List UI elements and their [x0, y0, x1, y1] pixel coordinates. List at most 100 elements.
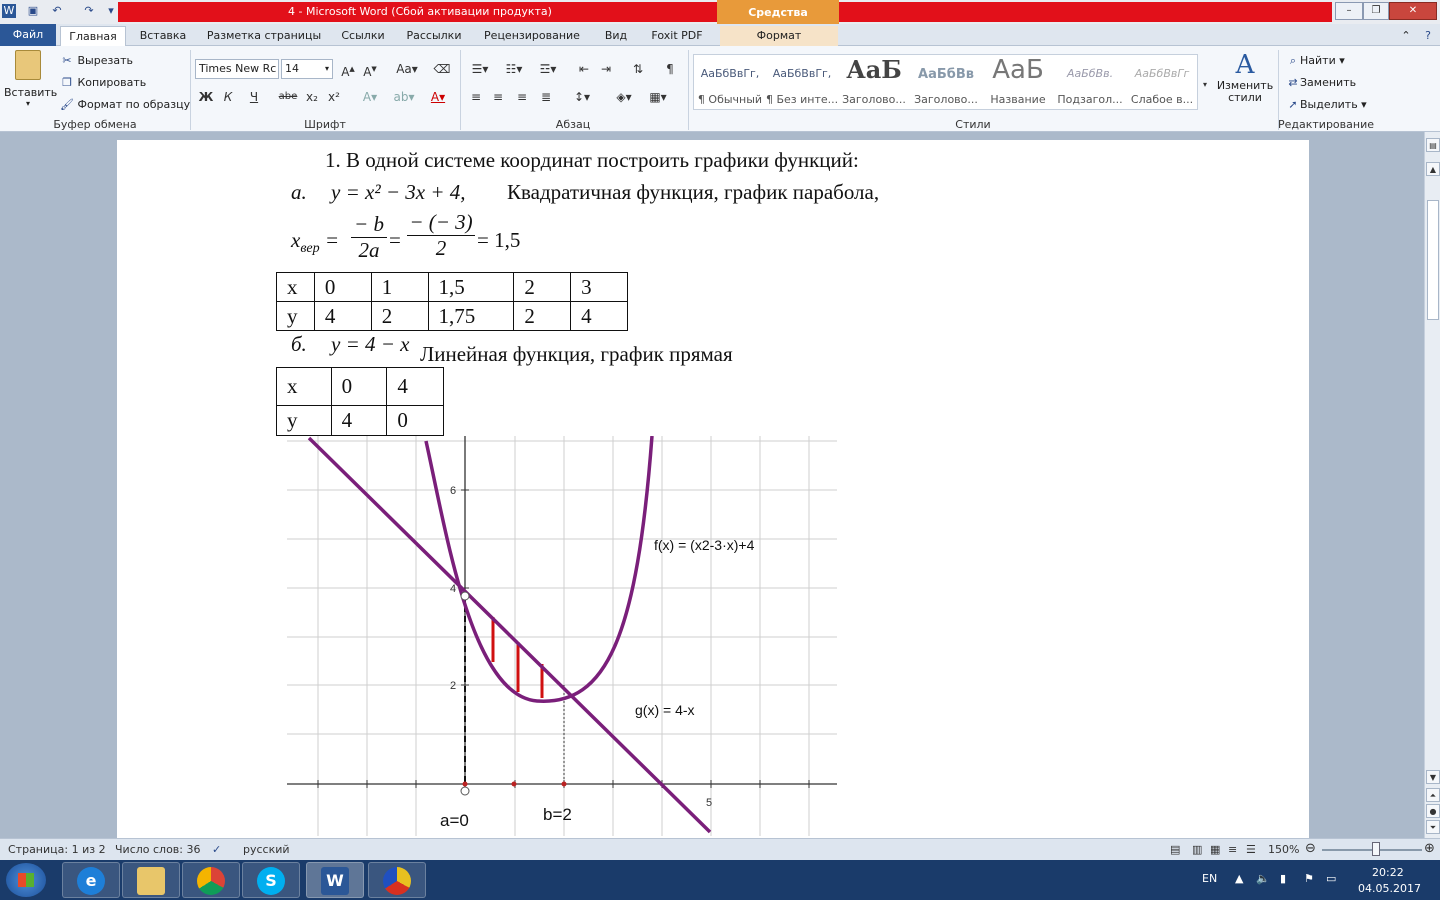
- taskbar-geogebra[interactable]: [368, 862, 426, 898]
- style-no-spacing[interactable]: АаБбВвГг, ¶ Без инте...: [766, 55, 838, 109]
- zoom-slider-thumb[interactable]: [1372, 842, 1380, 856]
- styles-more-icon[interactable]: ▾: [1198, 76, 1212, 94]
- style-title[interactable]: АаБ Название: [982, 55, 1054, 109]
- bold-button[interactable]: Ж: [196, 88, 216, 106]
- next-page-icon[interactable]: ⏷: [1426, 820, 1440, 834]
- scroll-down-icon[interactable]: ▼: [1426, 770, 1440, 784]
- strikethrough-button[interactable]: abe: [278, 88, 298, 106]
- taskbar-explorer[interactable]: [122, 862, 180, 898]
- align-left-button[interactable]: ≡: [466, 88, 486, 106]
- clock-date[interactable]: 04.05.2017: [1358, 882, 1421, 895]
- network-icon[interactable]: ▮: [1280, 872, 1286, 885]
- tab-foxit-pdf[interactable]: Foxit PDF: [646, 26, 708, 46]
- subscript-button[interactable]: x₂: [302, 88, 322, 106]
- action-center-icon[interactable]: ⚑: [1304, 872, 1314, 885]
- select-button[interactable]: ➚ Выделить ▾: [1286, 98, 1366, 111]
- cut-button[interactable]: ✂ Вырезать: [60, 54, 133, 67]
- multilevel-list-button[interactable]: ☲▾: [534, 60, 562, 78]
- tray-expand-icon[interactable]: ▲: [1235, 872, 1243, 885]
- undo-icon[interactable]: ↶: [50, 4, 64, 18]
- word-app-icon[interactable]: W: [2, 4, 16, 18]
- close-button[interactable]: ✕: [1389, 2, 1437, 20]
- font-size-select[interactable]: 14 ▾: [281, 59, 333, 79]
- copy-button[interactable]: ❐ Копировать: [60, 76, 146, 89]
- clock-time[interactable]: 20:22: [1372, 866, 1404, 879]
- scroll-thumb[interactable]: [1427, 200, 1439, 320]
- numbering-button[interactable]: ☷▾: [500, 60, 528, 78]
- tab-insert[interactable]: Вставка: [134, 26, 192, 46]
- tab-view[interactable]: Вид: [598, 26, 634, 46]
- table-cell[interactable]: 4: [386, 367, 444, 406]
- table-cell[interactable]: 4: [313, 301, 372, 331]
- decrease-indent-button[interactable]: ⇤: [574, 60, 594, 78]
- clear-format-icon[interactable]: ⌫: [432, 60, 452, 78]
- table-cell[interactable]: y: [276, 301, 315, 331]
- prev-page-icon[interactable]: ⏶: [1426, 788, 1440, 802]
- find-button[interactable]: ⌕ Найти ▾: [1286, 54, 1345, 68]
- word-count[interactable]: Число слов: 36: [115, 843, 201, 856]
- table-cell[interactable]: 0: [330, 367, 388, 406]
- tab-review[interactable]: Рецензирование: [478, 26, 586, 46]
- document-page[interactable]: 1. В одной системе координат построить г…: [117, 140, 1309, 838]
- point-a-axis[interactable]: [460, 786, 470, 796]
- full-screen-view-icon[interactable]: ▥: [1192, 843, 1202, 856]
- text-effects-button[interactable]: A▾: [360, 88, 380, 106]
- drawing-tools-context-tab[interactable]: Средства рисования: [717, 0, 839, 45]
- format-painter-button[interactable]: 🖌 Формат по образцу: [60, 98, 190, 111]
- table-cell[interactable]: x: [276, 272, 315, 302]
- point-origin[interactable]: [462, 781, 468, 787]
- tab-format[interactable]: Формат: [720, 26, 838, 46]
- tab-file[interactable]: Файл: [0, 24, 56, 46]
- point-a-top[interactable]: [460, 591, 470, 601]
- power-icon[interactable]: ▭: [1326, 872, 1336, 885]
- justify-button[interactable]: ≣: [536, 88, 556, 106]
- ruler-toggle-icon[interactable]: ▤: [1426, 138, 1440, 152]
- table-cell[interactable]: 4: [330, 405, 388, 436]
- point-x2[interactable]: [561, 781, 567, 787]
- web-layout-view-icon[interactable]: ▦: [1210, 843, 1220, 856]
- function-graph[interactable]: 6 4 2 5 f(x) = (x2-3·x)+4 g(x) = 4-x a=0…: [287, 436, 837, 836]
- style-heading-1[interactable]: АаБ Заголово...: [838, 55, 910, 109]
- table-cell[interactable]: 2: [370, 301, 429, 331]
- table-cell[interactable]: 1,5: [427, 272, 515, 302]
- page-count[interactable]: Страница: 1 из 2: [8, 843, 106, 856]
- collapse-ribbon-icon[interactable]: ⌃: [1396, 26, 1416, 46]
- zoom-level[interactable]: 150%: [1268, 843, 1299, 856]
- underline-button[interactable]: Ч: [244, 88, 264, 106]
- restore-button[interactable]: ❐: [1363, 2, 1389, 20]
- minimize-button[interactable]: –: [1335, 2, 1363, 20]
- tab-home[interactable]: Главная: [60, 26, 126, 46]
- table-cell[interactable]: y: [276, 405, 332, 436]
- font-color-button[interactable]: A▾: [424, 88, 452, 106]
- help-icon[interactable]: ?: [1418, 26, 1438, 46]
- taskbar-ie[interactable]: e: [62, 862, 120, 898]
- paste-button[interactable]: Вставить ▾: [4, 50, 57, 108]
- sort-button[interactable]: ⇅: [628, 60, 648, 78]
- tab-page-layout[interactable]: Разметка страницы: [204, 26, 324, 46]
- start-button[interactable]: [6, 863, 46, 897]
- select-browse-object-icon[interactable]: ●: [1426, 804, 1440, 818]
- tab-references[interactable]: Ссылки: [336, 26, 390, 46]
- align-center-button[interactable]: ≡: [488, 88, 508, 106]
- shading-button[interactable]: ◈▾: [610, 88, 638, 106]
- change-styles-button[interactable]: A Изменить стили: [1216, 50, 1274, 104]
- grow-font-button[interactable]: A▲: [338, 60, 358, 79]
- table-cell[interactable]: 1: [370, 272, 429, 302]
- line-spacing-button[interactable]: ↕▾: [568, 88, 596, 106]
- italic-button[interactable]: К: [218, 88, 238, 106]
- outline-view-icon[interactable]: ≡: [1228, 843, 1237, 856]
- increase-indent-button[interactable]: ⇥: [596, 60, 616, 78]
- language[interactable]: русский: [243, 843, 290, 856]
- zoom-in-icon[interactable]: ⊕: [1424, 841, 1435, 856]
- style-subtitle[interactable]: АаБбВв. Подзагол...: [1054, 55, 1126, 109]
- table-cell[interactable]: 2: [513, 272, 572, 302]
- spellcheck-icon[interactable]: ✓: [212, 843, 221, 856]
- taskbar-word[interactable]: W: [306, 862, 364, 898]
- customize-toolbar-icon[interactable]: ▾: [104, 4, 118, 18]
- superscript-button[interactable]: x²: [324, 88, 344, 106]
- table-cell[interactable]: 0: [313, 272, 372, 302]
- draft-view-icon[interactable]: ☰: [1246, 843, 1256, 856]
- style-normal[interactable]: АаБбВвГг, ¶ Обычный: [694, 55, 766, 109]
- table-cell[interactable]: 3: [570, 272, 628, 302]
- bullets-button[interactable]: ☰▾: [466, 60, 494, 78]
